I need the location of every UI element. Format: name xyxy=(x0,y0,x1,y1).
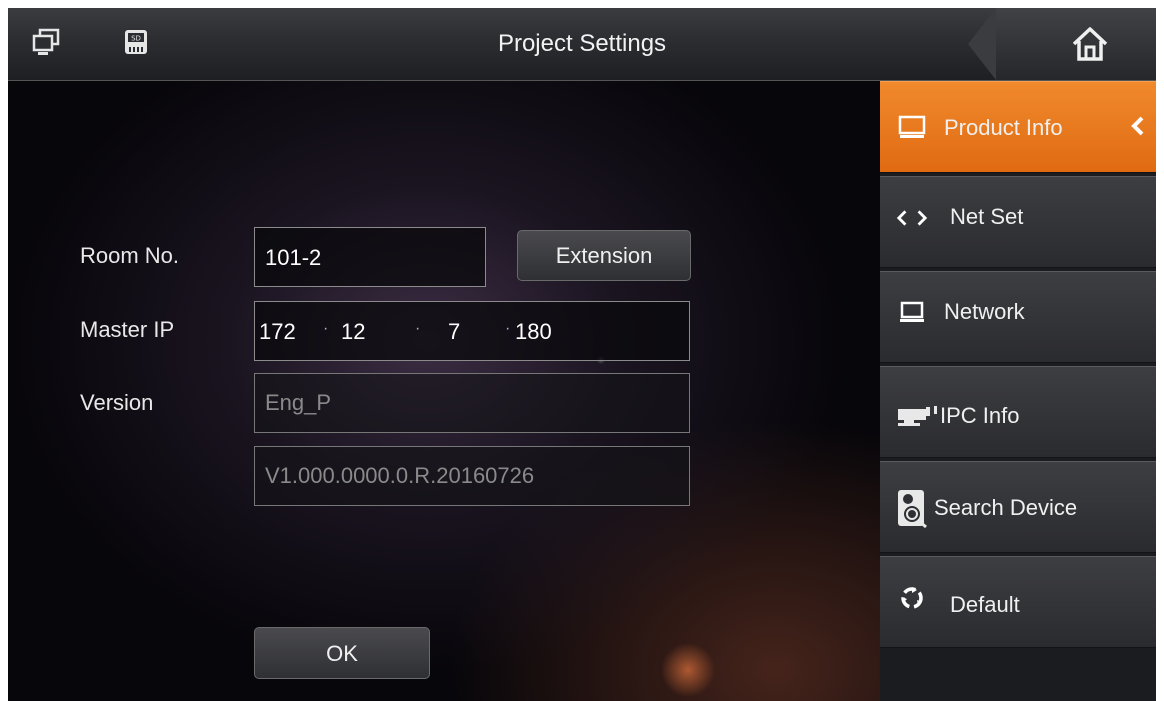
master-ip-input[interactable]: 172 · 12 · 7 · 180 xyxy=(254,301,690,361)
sidebar-item-label: Search Device xyxy=(934,495,1078,520)
ip-octet-3[interactable]: 7 xyxy=(448,302,460,362)
header-divider xyxy=(968,8,996,80)
recycle-icon xyxy=(896,583,928,613)
ip-separator: · xyxy=(323,320,329,337)
room-no-label: Room No. xyxy=(80,243,180,268)
sidebar-item-net-set[interactable]: Net Set xyxy=(880,176,1156,268)
monitor-icon xyxy=(896,112,928,142)
version-value: Eng_P xyxy=(265,390,332,415)
sidebar-item-label: IPC Info xyxy=(940,403,1020,428)
network-monitor-icon xyxy=(896,298,928,328)
sidebar-item-label: Network xyxy=(944,299,1025,324)
ip-separator: · xyxy=(505,320,511,337)
room-no-value: 101-2 xyxy=(265,245,322,270)
search-device-icon xyxy=(894,488,930,528)
sidebar-item-product-info[interactable]: Product Info xyxy=(880,81,1156,173)
sidebar: Product Info Net Set Network IPC Info Se… xyxy=(880,81,1156,701)
sidebar-item-ipc-info[interactable]: IPC Info xyxy=(880,366,1156,458)
sidebar-item-label: Product Info xyxy=(944,115,1063,140)
extension-button[interactable]: Extension xyxy=(517,230,691,281)
home-icon xyxy=(1072,27,1108,61)
ip-separator: · xyxy=(415,320,421,337)
sidebar-item-label: Default xyxy=(950,592,1020,617)
sidebar-item-search-device[interactable]: Search Device xyxy=(880,461,1156,553)
version-label: Version xyxy=(80,390,154,415)
master-ip-label: Master IP xyxy=(80,317,175,342)
ip-octet-2[interactable]: 12 xyxy=(341,302,365,362)
app-window: SD Project Settings Room No. 101-2 Exten… xyxy=(8,8,1156,701)
main-panel: Room No. 101-2 Extension Master IP 172 ·… xyxy=(8,81,880,701)
title-bar: SD Project Settings xyxy=(8,8,1156,81)
room-no-input[interactable]: 101-2 xyxy=(254,227,486,287)
home-button[interactable] xyxy=(996,8,1156,80)
sidebar-item-label: Net Set xyxy=(950,204,1024,229)
sidebar-item-default[interactable]: Default xyxy=(880,556,1156,648)
version-field: Eng_P xyxy=(254,373,690,433)
camera-icon xyxy=(896,401,940,431)
ip-octet-4[interactable]: 180 xyxy=(515,302,552,362)
build-version-value: V1.000.0000.0.R.20160726 xyxy=(265,463,535,488)
build-version-field: V1.000.0000.0.R.20160726 xyxy=(254,446,690,506)
chevron-left-icon xyxy=(1130,116,1146,142)
ok-button[interactable]: OK xyxy=(254,627,430,679)
ip-octet-1[interactable]: 172 xyxy=(259,302,296,362)
sidebar-item-network[interactable]: Network xyxy=(880,271,1156,363)
code-arrows-icon xyxy=(896,203,928,233)
